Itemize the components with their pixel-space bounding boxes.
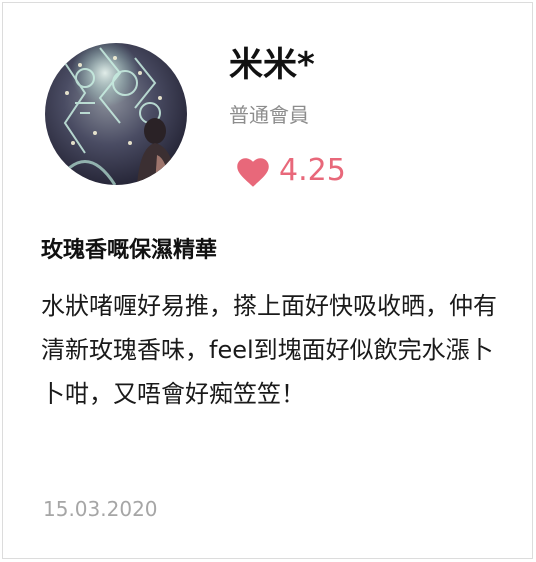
review-card: 米米* 普通會員 4.25 玫瑰香嘅保濕精華 水狀啫喱好易推，搽上面好快吸收晒，… [2,2,533,559]
avatar[interactable] [45,43,187,185]
heart-icon [237,157,269,187]
review-body: 水狀啫喱好易推，搽上面好快吸收晒，仲有清新玫瑰香味，feel到塊面好似飲完水漲卜… [41,292,497,408]
member-level: 普通會員 [229,103,309,127]
avatar-photo [45,43,187,185]
user-name: 米米* [229,45,315,85]
rating-value: 4.25 [279,153,346,188]
review-title: 玫瑰香嘅保濕精華 [41,238,218,263]
review-date: 15.03.2020 [43,497,158,521]
rating: 4.25 [235,151,346,191]
